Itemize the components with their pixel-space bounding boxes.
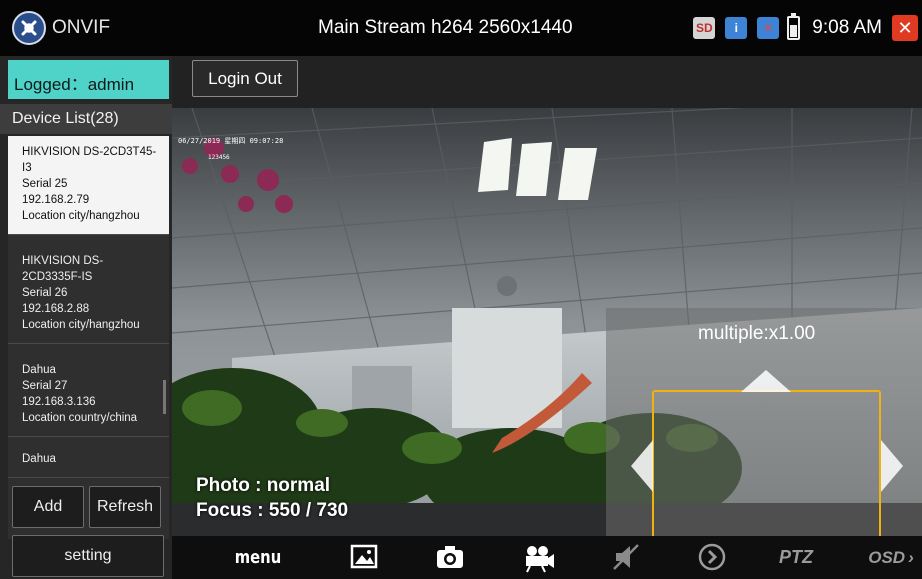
device-list-scrollbar[interactable] <box>163 380 166 414</box>
device-ip: 192.168.2.88 <box>22 303 90 315</box>
device-item[interactable]: Dahua Serial 27 192.168.3.136 Location c… <box>8 344 169 437</box>
gallery-icon[interactable] <box>349 541 379 573</box>
focus-value: Focus : 550 / 730 <box>196 500 349 521</box>
device-name: HIKVISION DS-2CD3335F-IS <box>22 255 104 283</box>
device-name: Dahua <box>22 453 56 465</box>
zoom-multiple: multiple:x1.00 <box>698 323 816 344</box>
close-icon[interactable]: ✕ <box>892 15 918 41</box>
pan-up-arrow-icon[interactable] <box>741 370 791 392</box>
device-location: Location country/china <box>22 412 138 424</box>
camera-icon[interactable] <box>434 541 466 573</box>
device-name: HIKVISION DS-2CD3T45-I3 <box>22 146 157 174</box>
info-icon: i <box>725 17 748 39</box>
mute-icon[interactable] <box>610 541 644 573</box>
clock: 9:08 AM <box>812 17 882 38</box>
ptz-button[interactable]: PTZ <box>766 536 826 579</box>
device-serial: Serial 25 <box>22 178 68 190</box>
device-list[interactable]: HIKVISION DS-2CD3T45-I3 Serial 25 192.16… <box>8 136 169 539</box>
chevron-right-icon: › <box>908 547 914 567</box>
photo-focus-info: Photo : normal Focus : 550 / 730 <box>196 473 348 523</box>
osd-label: 123456 <box>208 154 230 161</box>
setting-button[interactable]: setting <box>12 535 164 577</box>
device-ip: 192.168.3.136 <box>22 396 96 408</box>
stream-title: Main Stream h264 2560x1440 <box>318 17 573 38</box>
device-item[interactable]: Dahua <box>8 437 169 478</box>
add-button[interactable]: Add <box>12 486 84 528</box>
battery-icon <box>787 13 801 40</box>
device-serial: Serial 27 <box>22 380 68 392</box>
zoom-preview-frame[interactable] <box>652 390 881 542</box>
pan-left-arrow-icon[interactable] <box>631 440 653 492</box>
onvif-logo-icon[interactable] <box>12 11 46 45</box>
device-location: Location city/hangzhou <box>22 210 140 222</box>
device-serial: Serial 26 <box>22 287 68 299</box>
osd-label: OSD <box>868 547 906 567</box>
device-item[interactable]: HIKVISION DS-2CD3T45-I3 Serial 25 192.16… <box>8 136 169 235</box>
play-icon[interactable] <box>696 541 728 573</box>
osd-button[interactable]: OSD › <box>860 536 922 579</box>
photo-mode: Photo : normal <box>196 475 331 496</box>
logged-in-status: Logged：admin <box>8 60 169 99</box>
video-record-icon[interactable] <box>522 541 556 573</box>
device-name: Dahua <box>22 364 56 376</box>
sd-card-icon: SD <box>693 17 716 39</box>
status-icons: SD i ✕ 9:08 AM ✕ <box>693 10 922 46</box>
device-ip: 192.168.2.79 <box>22 194 90 206</box>
device-location: Location city/hangzhou <box>22 319 140 331</box>
network-icon: ✕ <box>757 17 780 39</box>
osd-timestamp: 06/27/2019 星期四 09:07:28 <box>178 137 284 145</box>
pan-right-arrow-icon[interactable] <box>881 440 903 492</box>
refresh-button[interactable]: Refresh <box>89 486 161 528</box>
login-out-button[interactable]: Login Out <box>192 60 298 97</box>
device-list-title: Device List(28) <box>0 104 172 134</box>
app-name: ONVIF <box>52 17 111 38</box>
device-item[interactable]: HIKVISION DS-2CD3335F-IS Serial 26 192.1… <box>8 235 169 344</box>
menu-button[interactable]: menu <box>232 536 284 579</box>
